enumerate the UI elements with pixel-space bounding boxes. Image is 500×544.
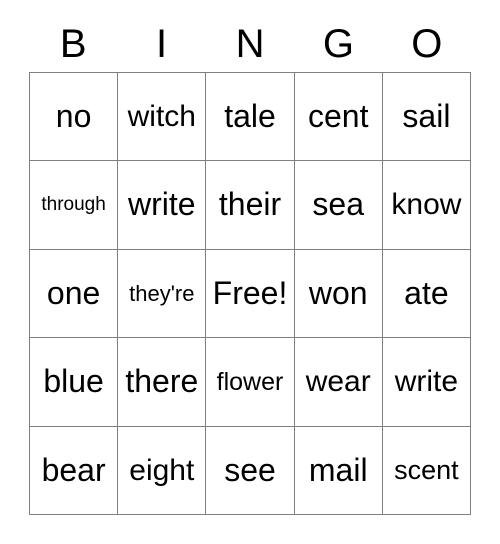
bingo-cell[interactable]: no — [30, 73, 119, 162]
bingo-cell-label: write — [128, 186, 196, 223]
bingo-cell[interactable]: mail — [294, 426, 383, 516]
header-letter-g: G — [322, 22, 354, 66]
bingo-row: bear eight see mail scent — [30, 426, 472, 516]
bingo-cell[interactable]: sail — [382, 73, 472, 162]
bingo-cell-label: no — [55, 97, 92, 134]
bingo-cell-label: cent — [307, 97, 369, 134]
bingo-cell[interactable]: wear — [294, 338, 383, 427]
bingo-cell-label: see — [224, 451, 276, 488]
bingo-cell-label: ate — [404, 274, 449, 311]
bingo-cell[interactable]: flower — [206, 338, 295, 427]
bingo-cell[interactable]: witch — [118, 73, 207, 162]
bingo-cell[interactable]: eight — [118, 426, 207, 516]
bingo-row: through write their sea know — [30, 161, 472, 250]
bingo-cell-label: tale — [224, 97, 276, 134]
bingo-cell-label: blue — [43, 363, 104, 400]
bingo-cell[interactable]: scent — [382, 426, 472, 516]
bingo-cell-label: scent — [394, 455, 459, 486]
bingo-cell-label: mail — [308, 451, 368, 488]
bingo-cell-label: eight — [129, 453, 195, 487]
header-letter-n: N — [235, 22, 265, 66]
bingo-cell[interactable]: see — [206, 426, 295, 516]
bingo-cell-label: they're — [129, 280, 195, 306]
bingo-cell[interactable]: through — [30, 161, 119, 250]
header-letter-b: B — [59, 22, 87, 66]
bingo-cell-label: won — [308, 274, 368, 311]
bingo-cell[interactable]: write — [118, 161, 207, 250]
bingo-cell[interactable]: their — [206, 161, 295, 250]
bingo-header: B I N G O — [29, 16, 471, 72]
bingo-cell-label: flower — [216, 367, 284, 396]
bingo-grid: no witch tale cent sail through write th… — [29, 72, 472, 516]
bingo-cell[interactable]: one — [30, 249, 119, 339]
bingo-cell-label: witch — [127, 99, 196, 133]
bingo-card: B I N G O no witch tale cent sail throug… — [0, 0, 500, 544]
bingo-cell[interactable]: know — [382, 161, 472, 250]
bingo-cell[interactable]: won — [294, 249, 383, 339]
header-letter-i: I — [156, 22, 168, 66]
bingo-cell[interactable]: blue — [30, 338, 119, 427]
bingo-cell-label: sea — [312, 186, 364, 223]
bingo-cell[interactable]: cent — [294, 73, 383, 162]
bingo-cell[interactable]: sea — [294, 161, 383, 250]
bingo-row: no witch tale cent sail — [30, 73, 472, 162]
bingo-cell[interactable]: they're — [118, 249, 207, 339]
bingo-cell-label: write — [394, 365, 459, 399]
bingo-cell-label: know — [391, 188, 462, 222]
bingo-cell[interactable]: bear — [30, 426, 119, 516]
bingo-cell[interactable]: ate — [382, 249, 472, 339]
bingo-cell-label: bear — [41, 451, 106, 488]
bingo-cell-label: one — [46, 274, 101, 311]
bingo-cell[interactable]: write — [382, 338, 472, 427]
bingo-cell-label: their — [218, 186, 282, 223]
bingo-row: one they're Free! won ate — [30, 249, 472, 339]
bingo-cell-label: Free! — [212, 274, 288, 311]
bingo-cell[interactable]: there — [118, 338, 207, 427]
bingo-cell-label: wear — [305, 365, 371, 399]
header-letter-o: O — [411, 22, 443, 66]
bingo-cell-label: through — [41, 194, 106, 216]
bingo-cell-label: there — [125, 363, 199, 400]
bingo-row: blue there flower wear write — [30, 338, 472, 427]
bingo-cell-label: sail — [402, 97, 451, 134]
bingo-cell-free[interactable]: Free! — [206, 249, 295, 339]
bingo-cell[interactable]: tale — [206, 73, 295, 162]
